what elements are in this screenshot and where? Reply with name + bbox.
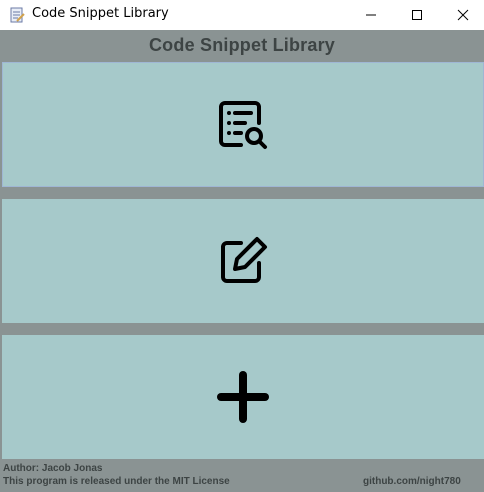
minimize-button[interactable] xyxy=(348,0,394,30)
browse-snippets-button[interactable] xyxy=(2,62,484,187)
license-label: This program is released under the MIT L… xyxy=(3,476,230,487)
github-link[interactable]: github.com/night780 xyxy=(363,476,461,488)
author-label: Author: Jacob Jonas xyxy=(3,463,103,474)
search-list-icon xyxy=(219,100,267,149)
add-snippet-button[interactable] xyxy=(2,335,484,459)
close-button[interactable] xyxy=(440,0,484,30)
page-title: Code Snippet Library xyxy=(148,34,336,55)
edit-snippet-button[interactable] xyxy=(2,199,484,323)
close-icon xyxy=(457,9,469,21)
window-title: Code Snippet Library xyxy=(32,6,169,21)
edit-icon xyxy=(221,237,267,283)
maximize-button[interactable] xyxy=(394,0,440,30)
title-bar[interactable]: Code Snippet Library xyxy=(0,0,484,30)
plus-icon xyxy=(217,371,269,423)
footer: Author: Jacob Jonas This program is rele… xyxy=(0,460,484,492)
header-bar: Code Snippet Library xyxy=(0,30,484,60)
app-window: Code Snippet Library Code Snippet Librar… xyxy=(0,0,484,492)
minimize-icon xyxy=(366,14,376,16)
app-notepad-icon xyxy=(8,6,26,24)
maximize-icon xyxy=(412,10,422,20)
